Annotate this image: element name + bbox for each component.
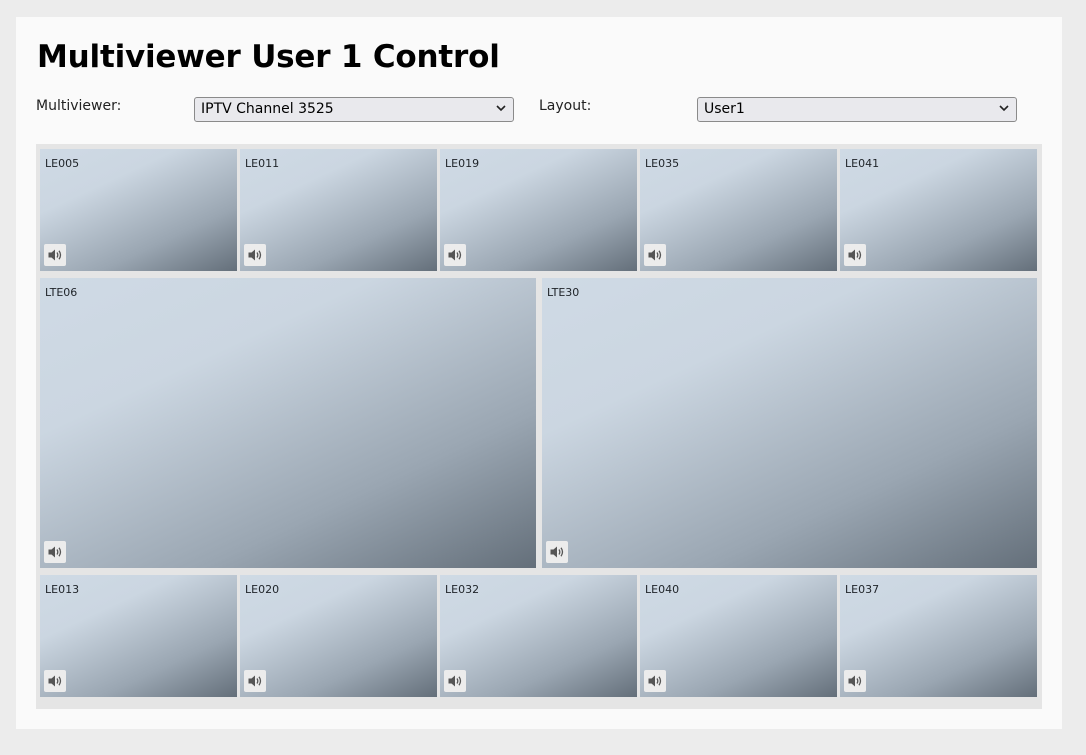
video-tile-large[interactable]: LTE30 bbox=[542, 278, 1037, 568]
audio-toggle-button[interactable] bbox=[44, 244, 66, 266]
tile-label: LE041 bbox=[845, 157, 880, 170]
audio-toggle-button[interactable] bbox=[44, 670, 66, 692]
multiviewer-grid: LE005 LE011 LE019 LE035 LE041 LTE06 LTE3… bbox=[36, 144, 1042, 709]
multiviewer-label: Multiviewer: bbox=[36, 98, 122, 114]
speaker-volume-icon bbox=[48, 249, 62, 261]
audio-toggle-button[interactable] bbox=[844, 244, 866, 266]
video-tile[interactable]: LE005 bbox=[40, 149, 237, 271]
speaker-volume-icon bbox=[550, 546, 564, 558]
layout-select[interactable]: User1 bbox=[697, 97, 1017, 122]
audio-toggle-button[interactable] bbox=[44, 541, 66, 563]
speaker-volume-icon bbox=[648, 675, 662, 687]
tile-label: LE037 bbox=[845, 583, 880, 596]
video-tile[interactable]: LE013 bbox=[40, 575, 237, 697]
audio-toggle-button[interactable] bbox=[244, 244, 266, 266]
video-tile-large[interactable]: LTE06 bbox=[40, 278, 536, 568]
chevron-down-icon bbox=[999, 105, 1009, 112]
chevron-down-icon bbox=[496, 105, 506, 112]
speaker-volume-icon bbox=[448, 249, 462, 261]
audio-toggle-button[interactable] bbox=[546, 541, 568, 563]
video-tile[interactable]: LE020 bbox=[240, 575, 437, 697]
tile-label: LE040 bbox=[645, 583, 680, 596]
tile-label: LTE06 bbox=[45, 286, 78, 299]
video-tile[interactable]: LE041 bbox=[840, 149, 1037, 271]
page-title: Multiviewer User 1 Control bbox=[37, 39, 500, 75]
speaker-volume-icon bbox=[848, 675, 862, 687]
audio-toggle-button[interactable] bbox=[444, 670, 466, 692]
speaker-volume-icon bbox=[848, 249, 862, 261]
multiviewer-select-value: IPTV Channel 3525 bbox=[201, 101, 334, 117]
audio-toggle-button[interactable] bbox=[844, 670, 866, 692]
audio-toggle-button[interactable] bbox=[644, 244, 666, 266]
speaker-volume-icon bbox=[48, 546, 62, 558]
speaker-volume-icon bbox=[248, 249, 262, 261]
multiviewer-select[interactable]: IPTV Channel 3525 bbox=[194, 97, 514, 122]
control-panel: Multiviewer User 1 Control Multiviewer: … bbox=[16, 17, 1062, 729]
tile-label: LE019 bbox=[445, 157, 480, 170]
video-tile[interactable]: LE032 bbox=[440, 575, 637, 697]
tile-label: LE005 bbox=[45, 157, 80, 170]
tile-label: LTE30 bbox=[547, 286, 580, 299]
tile-label: LE020 bbox=[245, 583, 280, 596]
video-tile[interactable]: LE019 bbox=[440, 149, 637, 271]
video-tile[interactable]: LE035 bbox=[640, 149, 837, 271]
video-tile[interactable]: LE037 bbox=[840, 575, 1037, 697]
speaker-volume-icon bbox=[448, 675, 462, 687]
audio-toggle-button[interactable] bbox=[644, 670, 666, 692]
video-tile[interactable]: LE040 bbox=[640, 575, 837, 697]
video-tile[interactable]: LE011 bbox=[240, 149, 437, 271]
speaker-volume-icon bbox=[248, 675, 262, 687]
tile-label: LE035 bbox=[645, 157, 680, 170]
layout-label: Layout: bbox=[539, 98, 592, 114]
tile-label: LE013 bbox=[45, 583, 80, 596]
audio-toggle-button[interactable] bbox=[444, 244, 466, 266]
tile-label: LE011 bbox=[245, 157, 280, 170]
speaker-volume-icon bbox=[648, 249, 662, 261]
audio-toggle-button[interactable] bbox=[244, 670, 266, 692]
speaker-volume-icon bbox=[48, 675, 62, 687]
tile-label: LE032 bbox=[445, 583, 480, 596]
layout-select-value: User1 bbox=[704, 101, 745, 117]
